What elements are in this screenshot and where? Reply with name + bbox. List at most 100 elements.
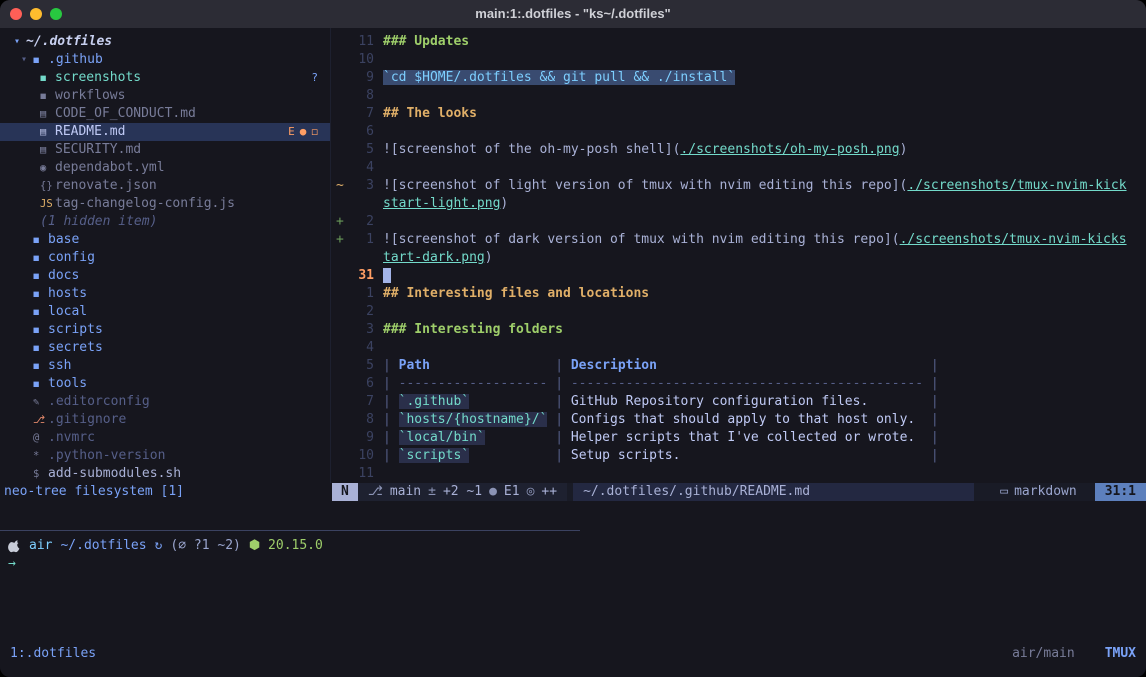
editor-line[interactable]: 6| ------------------- | ---------------… <box>332 375 1146 393</box>
folder-icon: ◼ <box>33 357 48 375</box>
updates-icon: ◎ <box>527 483 535 501</box>
tree-item-badges: ? <box>311 69 318 87</box>
tree-item[interactable]: ◼ssh <box>0 357 330 375</box>
gutter-sign <box>332 357 348 375</box>
editor-line[interactable]: tart-dark.png) <box>332 249 1146 267</box>
tmux-window-label[interactable]: 1:.dotfiles <box>10 645 96 663</box>
git-modified-badge: ◻ <box>311 123 318 141</box>
tree-item[interactable]: ◼hosts <box>0 285 330 303</box>
markdown-icon: ▤ <box>40 123 55 141</box>
close-button[interactable] <box>10 8 22 20</box>
editor-line[interactable]: 9| `local/bin` | Helper scripts that I'v… <box>332 429 1146 447</box>
editor-line[interactable]: 5| Path | Description | <box>332 357 1146 375</box>
editor-line[interactable]: 11 <box>332 465 1146 483</box>
cursor-position: 31:1 <box>1095 483 1146 501</box>
editor-line[interactable]: +1![screenshot of dark version of tmux w… <box>332 231 1146 249</box>
line-number: 6 <box>348 123 374 141</box>
minimize-button[interactable] <box>30 8 42 20</box>
tree-item[interactable]: ▾~/.dotfiles <box>0 33 330 51</box>
editor-line[interactable]: ~3![screenshot of light version of tmux … <box>332 177 1146 195</box>
tree-item[interactable]: ▤CODE_OF_CONDUCT.md <box>0 105 330 123</box>
editor-line[interactable]: 4 <box>332 159 1146 177</box>
gutter-sign <box>332 393 348 411</box>
git-untracked-badge: ? <box>311 69 318 87</box>
filetype-segment: ▭ markdown <box>1000 483 1076 501</box>
neotree-list: ▾~/.dotfiles▾◼.github◼screenshots?◼workf… <box>0 33 330 483</box>
updates-count: ++ <box>541 483 557 501</box>
tree-item[interactable]: ◼secrets <box>0 339 330 357</box>
tree-item[interactable]: ▾◼.github <box>0 51 330 69</box>
line-number: 10 <box>348 51 374 69</box>
tree-item[interactable]: ◼base <box>0 231 330 249</box>
editor-line[interactable]: 7## The looks <box>332 105 1146 123</box>
line-number: 1 <box>348 231 374 249</box>
tree-item[interactable]: (1 hidden item) <box>0 213 330 231</box>
editor-line[interactable]: 1## Interesting files and locations <box>332 285 1146 303</box>
editor-line[interactable]: 10| `scripts` | Setup scripts. | <box>332 447 1146 465</box>
tree-item[interactable]: ✎.editorconfig <box>0 393 330 411</box>
neotree-panel[interactable]: ▾~/.dotfiles▾◼.github◼screenshots?◼workf… <box>0 28 331 483</box>
editor-line[interactable]: 5![screenshot of the oh-my-posh shell](.… <box>332 141 1146 159</box>
editor-lines: 11### Updates 10 9`cd $HOME/.dotfiles &&… <box>332 33 1146 483</box>
tree-item-label: screenshots <box>55 69 141 87</box>
tree-item[interactable]: ◉dependabot.yml <box>0 159 330 177</box>
tree-item[interactable]: JStag-changelog-config.js <box>0 195 330 213</box>
editor-line[interactable]: 8 <box>332 87 1146 105</box>
tree-item[interactable]: ◼local <box>0 303 330 321</box>
expander-icon[interactable]: ▾ <box>21 51 33 69</box>
gutter-sign <box>332 339 348 357</box>
gutter-sign: ~ <box>332 177 348 195</box>
folder-icon: ◼ <box>40 87 55 105</box>
tree-item-label: secrets <box>48 339 103 357</box>
editor-line[interactable]: 2 <box>332 303 1146 321</box>
editor-line[interactable]: 8| `hosts/{hostname}/` | Configs that sh… <box>332 411 1146 429</box>
editor-line[interactable]: 3### Interesting folders <box>332 321 1146 339</box>
terminal-content[interactable]: ▾~/.dotfiles▾◼.github◼screenshots?◼workf… <box>0 28 1146 677</box>
titlebar: main:1:.dotfiles - "ks~/.dotfiles" <box>0 0 1146 29</box>
tmux-badge: TMUX <box>1105 645 1136 663</box>
tree-item-label: local <box>48 303 87 321</box>
tree-item[interactable]: *.python-version <box>0 447 330 465</box>
line-number: 5 <box>348 357 374 375</box>
tmux-session-label: air/main <box>1012 645 1075 663</box>
branch-icon: ⎇ <box>368 483 383 501</box>
line-number: 3 <box>348 177 374 195</box>
tree-item[interactable]: @.nvmrc <box>0 429 330 447</box>
shell-script-icon: $ <box>33 465 48 483</box>
shell-prompt: air~/.dotfiles↻(⌀ ?1 ~2)⬢ 20.15.0 <box>8 537 1138 555</box>
editor-panel[interactable]: 11### Updates 10 9`cd $HOME/.dotfiles &&… <box>332 28 1146 483</box>
tree-item[interactable]: ▤README.mdE●◻ <box>0 123 330 141</box>
zoom-button[interactable] <box>50 8 62 20</box>
line-number: 11 <box>348 33 374 51</box>
markdown-icon: ▭ <box>1000 483 1008 501</box>
editor-line[interactable]: start-light.png) <box>332 195 1146 213</box>
tree-item[interactable]: ◼screenshots? <box>0 69 330 87</box>
tree-item[interactable]: ◼docs <box>0 267 330 285</box>
tree-item[interactable]: ▤SECURITY.md <box>0 141 330 159</box>
tree-item[interactable]: ◼config <box>0 249 330 267</box>
gutter-sign <box>332 105 348 123</box>
expander-icon[interactable]: ▾ <box>14 33 26 51</box>
shell-pane[interactable]: air~/.dotfiles↻(⌀ ?1 ~2)⬢ 20.15.0 → <box>8 537 1138 573</box>
tree-item-label: .python-version <box>48 447 165 465</box>
tree-item[interactable]: ◼scripts <box>0 321 330 339</box>
gutter-sign <box>332 267 348 285</box>
apple-icon <box>8 539 21 553</box>
editor-line[interactable]: 9`cd $HOME/.dotfiles && git pull && ./in… <box>332 69 1146 87</box>
tree-item[interactable]: ⎇.gitignore <box>0 411 330 429</box>
editor-line[interactable]: +2 <box>332 213 1146 231</box>
editor-line[interactable]: 10 <box>332 51 1146 69</box>
cursor <box>383 268 391 283</box>
folder-open-icon: ◼ <box>33 51 48 69</box>
editor-line[interactable]: 4 <box>332 339 1146 357</box>
tree-item[interactable]: $add-submodules.sh <box>0 465 330 483</box>
tree-item[interactable]: ◼workflows <box>0 87 330 105</box>
tree-item[interactable]: ◼tools <box>0 375 330 393</box>
editor-line[interactable]: 11### Updates <box>332 33 1146 51</box>
editorconfig-icon: ✎ <box>33 393 48 411</box>
tree-item[interactable]: {}renovate.json <box>0 177 330 195</box>
editor-line[interactable]: 6 <box>332 123 1146 141</box>
folder-icon: ◼ <box>33 231 48 249</box>
editor-line[interactable]: 7| `.github` | GitHub Repository configu… <box>332 393 1146 411</box>
editor-line[interactable]: 31 <box>332 267 1146 285</box>
